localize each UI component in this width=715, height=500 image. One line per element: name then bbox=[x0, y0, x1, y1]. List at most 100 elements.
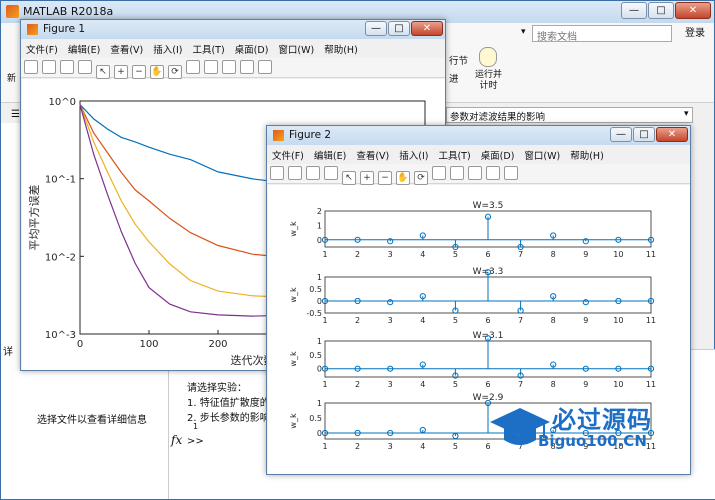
ribbon-run-section-label[interactable]: 行节 bbox=[449, 53, 468, 67]
x-tick-label: 10 bbox=[613, 380, 623, 389]
maximize-button[interactable]: □ bbox=[648, 2, 674, 19]
print-icon[interactable] bbox=[324, 166, 338, 180]
figure2-close-button[interactable]: ✕ bbox=[656, 127, 688, 142]
menu-file[interactable]: 文件(F) bbox=[267, 146, 309, 164]
x-tick-label: 9 bbox=[583, 380, 588, 389]
link-icon[interactable] bbox=[222, 60, 236, 74]
print-icon[interactable] bbox=[78, 60, 92, 74]
menu-view[interactable]: 查看(V) bbox=[105, 40, 148, 58]
figure2-minimize-button[interactable]: — bbox=[610, 127, 632, 142]
x-tick-label: 0 bbox=[77, 339, 83, 350]
zoom-in-icon[interactable]: + bbox=[114, 65, 128, 79]
menu-help[interactable]: 帮助(H) bbox=[319, 40, 363, 58]
close-button[interactable]: ✕ bbox=[675, 2, 711, 19]
open-icon[interactable] bbox=[288, 166, 302, 180]
rotate-icon[interactable]: ⟳ bbox=[414, 171, 428, 185]
search-filter-icon[interactable]: ▾ bbox=[521, 27, 526, 37]
y-tick-label: 1 bbox=[317, 221, 322, 230]
link-icon[interactable] bbox=[468, 166, 482, 180]
figure1-title-bar: Figure 1 — □ ✕ bbox=[21, 20, 445, 39]
x-tick-label: 7 bbox=[518, 250, 523, 259]
zoom-in-icon[interactable]: + bbox=[360, 171, 374, 185]
brush-icon[interactable] bbox=[204, 60, 218, 74]
zoom-out-icon[interactable]: − bbox=[378, 171, 392, 185]
save-icon[interactable] bbox=[306, 166, 320, 180]
pointer-icon[interactable]: ↖ bbox=[96, 65, 110, 79]
watermark-url: Biguo100.CN bbox=[538, 432, 647, 450]
details-message: 选择文件以查看详细信息 bbox=[37, 415, 147, 426]
y-axis-label: 平均平方误差 bbox=[27, 185, 41, 251]
x-tick-label: 8 bbox=[551, 316, 556, 325]
pan-icon[interactable]: ✋ bbox=[396, 171, 410, 185]
x-tick-label: 3 bbox=[388, 316, 393, 325]
save-icon[interactable] bbox=[60, 60, 74, 74]
run-and-time-icon[interactable] bbox=[479, 47, 497, 67]
toolbar-list-icon[interactable]: ☰ bbox=[11, 109, 20, 120]
x-tick-label: 4 bbox=[420, 316, 425, 325]
menu-window[interactable]: 窗口(W) bbox=[519, 146, 565, 164]
figure1-close-button[interactable]: ✕ bbox=[411, 21, 443, 36]
menu-desktop[interactable]: 桌面(D) bbox=[230, 40, 274, 58]
menu-tools[interactable]: 工具(T) bbox=[187, 40, 229, 58]
zoom-out-icon[interactable]: − bbox=[132, 65, 146, 79]
y-axis-label: w_k bbox=[289, 221, 298, 237]
colorbar-icon[interactable] bbox=[486, 166, 500, 180]
menu-view[interactable]: 查看(V) bbox=[351, 146, 394, 164]
current-folder-address[interactable]: 参数对滤波结果的影响 bbox=[446, 107, 693, 123]
y-tick-label: 0 bbox=[317, 429, 322, 438]
ribbon-advance-label[interactable]: 进 bbox=[449, 71, 459, 85]
brush-icon[interactable] bbox=[450, 166, 464, 180]
menu-window[interactable]: 窗口(W) bbox=[273, 40, 319, 58]
y-tick-label: 2 bbox=[317, 207, 322, 216]
x-tick-label: 3 bbox=[388, 380, 393, 389]
menu-tools[interactable]: 工具(T) bbox=[433, 146, 475, 164]
x-tick-label: 7 bbox=[518, 316, 523, 325]
fx-icon: fx bbox=[171, 433, 183, 447]
new-figure-icon[interactable] bbox=[24, 60, 38, 74]
data-cursor-icon[interactable] bbox=[432, 166, 446, 180]
new-figure-icon[interactable] bbox=[270, 166, 284, 180]
menu-insert[interactable]: 插入(I) bbox=[394, 146, 433, 164]
y-tick-label: 10^-1 bbox=[45, 175, 76, 186]
menu-desktop[interactable]: 桌面(D) bbox=[476, 146, 520, 164]
x-tick-label: 11 bbox=[646, 250, 656, 259]
figure1-maximize-button[interactable]: □ bbox=[388, 21, 410, 36]
search-documentation-input[interactable]: 搜索文档 bbox=[532, 25, 672, 43]
address-dropdown-icon[interactable]: ▾ bbox=[684, 109, 689, 119]
subplot-title: W=3.5 bbox=[473, 201, 504, 211]
menu-help[interactable]: 帮助(H) bbox=[565, 146, 609, 164]
pointer-icon[interactable]: ↖ bbox=[342, 171, 356, 185]
ribbon-new-fragment[interactable]: 新 bbox=[7, 71, 16, 84]
run-and-time-button[interactable]: 运行并 计时 bbox=[475, 70, 502, 92]
minimize-button[interactable]: — bbox=[621, 2, 647, 19]
y-tick-label: 0.5 bbox=[309, 351, 322, 360]
figure1-minimize-button[interactable]: — bbox=[365, 21, 387, 36]
y-tick-label: 0.5 bbox=[309, 414, 322, 423]
figure2-menubar: 文件(F) 编辑(E) 查看(V) 插入(I) 工具(T) 桌面(D) 窗口(W) 帮助(H) bbox=[267, 146, 690, 164]
y-tick-label: 0 bbox=[317, 365, 322, 374]
y-tick-label: 10^-2 bbox=[45, 252, 76, 263]
menu-file[interactable]: 文件(F) bbox=[21, 40, 63, 58]
menu-insert[interactable]: 插入(I) bbox=[148, 40, 187, 58]
login-button[interactable]: 登录 bbox=[676, 25, 714, 42]
run-and-time-label-1: 运行并 bbox=[475, 70, 503, 80]
legend-icon[interactable] bbox=[504, 166, 518, 180]
open-icon[interactable] bbox=[42, 60, 56, 74]
figure2-maximize-button[interactable]: □ bbox=[633, 127, 655, 142]
y-axis-label: w_k bbox=[289, 351, 298, 367]
pan-icon[interactable]: ✋ bbox=[150, 65, 164, 79]
figure-icon bbox=[273, 130, 284, 141]
command-prompt[interactable]: >> bbox=[187, 436, 204, 447]
x-tick-label: 6 bbox=[485, 316, 490, 325]
x-tick-label: 8 bbox=[551, 380, 556, 389]
menu-edit[interactable]: 编辑(E) bbox=[63, 40, 105, 58]
x-tick-label: 100 bbox=[139, 339, 158, 350]
data-cursor-icon[interactable] bbox=[186, 60, 200, 74]
legend-icon[interactable] bbox=[258, 60, 272, 74]
y-tick-label: 0 bbox=[317, 297, 322, 306]
menu-edit[interactable]: 编辑(E) bbox=[309, 146, 351, 164]
y-axis-label: w_k bbox=[289, 287, 298, 303]
colorbar-icon[interactable] bbox=[240, 60, 254, 74]
y-tick-label: 10^-3 bbox=[45, 330, 76, 341]
rotate-icon[interactable]: ⟳ bbox=[168, 65, 182, 79]
